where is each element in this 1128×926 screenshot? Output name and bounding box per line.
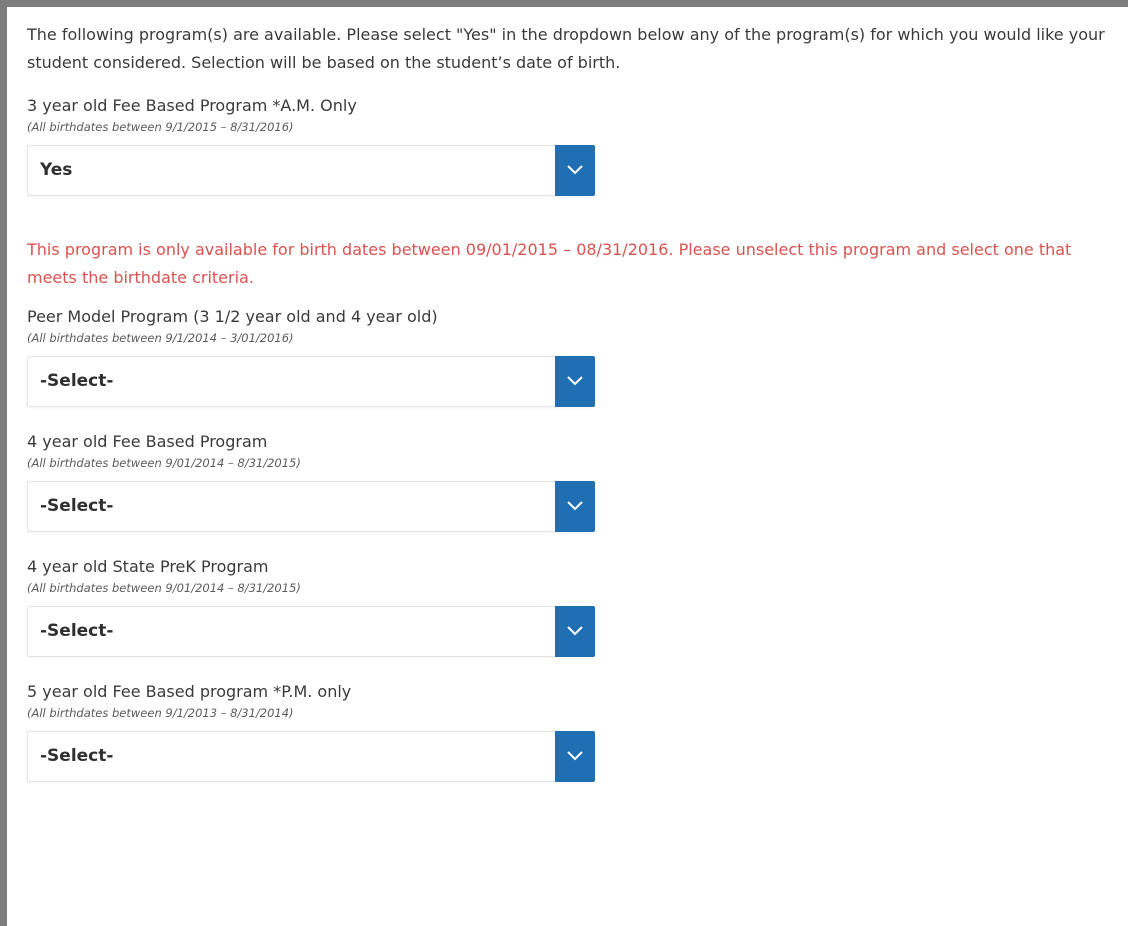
program-section-4yo-state-prek: 4 year old State PreK Program (All birth… <box>27 556 1117 657</box>
dropdown-selected-value: -Select- <box>40 496 114 516</box>
dropdown-toggle-button[interactable] <box>555 606 595 657</box>
dropdown-toggle-button[interactable] <box>555 731 595 782</box>
program-dropdown[interactable]: -Select- <box>27 606 595 657</box>
dropdown-selected-value: -Select- <box>40 371 114 391</box>
intro-text: The following program(s) are available. … <box>27 25 1105 72</box>
dropdown-toggle-button[interactable] <box>555 356 595 407</box>
page-frame: The following program(s) are available. … <box>0 0 1128 926</box>
program-label: 4 year old Fee Based Program <box>27 432 268 451</box>
birthdate-note: (All birthdates between 9/01/2014 – 8/31… <box>27 581 301 595</box>
birthdate-error-message: This program is only available for birth… <box>27 240 1072 287</box>
birthdate-note: (All birthdates between 9/1/2015 – 8/31/… <box>27 120 294 134</box>
program-label: 4 year old State PreK Program <box>27 557 269 576</box>
program-label: 3 year old Fee Based Program *A.M. Only <box>27 96 357 115</box>
program-label: 5 year old Fee Based program *P.M. only <box>27 682 352 701</box>
chevron-down-icon <box>567 501 583 511</box>
program-dropdown[interactable]: -Select- <box>27 481 595 532</box>
chevron-down-icon <box>567 165 583 175</box>
program-label: Peer Model Program (3 1/2 year old and 4… <box>27 307 438 326</box>
chevron-down-icon <box>567 751 583 761</box>
program-dropdown[interactable]: Yes <box>27 145 595 196</box>
birthdate-note: (All birthdates between 9/1/2014 – 3/01/… <box>27 331 294 345</box>
birthdate-note: (All birthdates between 9/1/2013 – 8/31/… <box>27 706 294 720</box>
dropdown-toggle-button[interactable] <box>555 145 595 196</box>
chevron-down-icon <box>567 376 583 386</box>
dropdown-toggle-button[interactable] <box>555 481 595 532</box>
dropdown-selected-value: -Select- <box>40 621 114 641</box>
program-section-3yo-fee-am: 3 year old Fee Based Program *A.M. Only … <box>27 95 1117 196</box>
program-section-peer-model: Peer Model Program (3 1/2 year old and 4… <box>27 306 1117 407</box>
program-dropdown[interactable]: -Select- <box>27 731 595 782</box>
program-section-4yo-fee: 4 year old Fee Based Program (All birthd… <box>27 431 1117 532</box>
dropdown-selected-value: -Select- <box>40 746 114 766</box>
chevron-down-icon <box>567 626 583 636</box>
birthdate-note: (All birthdates between 9/01/2014 – 8/31… <box>27 456 301 470</box>
program-form: The following program(s) are available. … <box>27 21 1117 782</box>
program-section-5yo-fee-pm: 5 year old Fee Based program *P.M. only … <box>27 681 1117 782</box>
dropdown-selected-value: Yes <box>40 160 73 180</box>
program-dropdown[interactable]: -Select- <box>27 356 595 407</box>
